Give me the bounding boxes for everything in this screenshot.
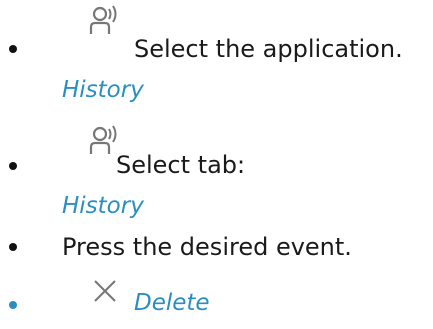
bullet [9, 301, 17, 309]
bullet [9, 243, 17, 251]
bullet [9, 162, 17, 170]
bullet [9, 45, 17, 53]
delete-label: Delete [134, 290, 210, 316]
person-signal-icon [89, 5, 117, 34]
history-link: History [62, 77, 144, 103]
step-2-text: Select tab: [116, 151, 246, 179]
history-link: History [62, 193, 144, 219]
step-3-text: Press the desired event. [62, 233, 352, 261]
step-1-text: Select the application. [134, 35, 403, 63]
delete-x-icon [94, 280, 116, 302]
